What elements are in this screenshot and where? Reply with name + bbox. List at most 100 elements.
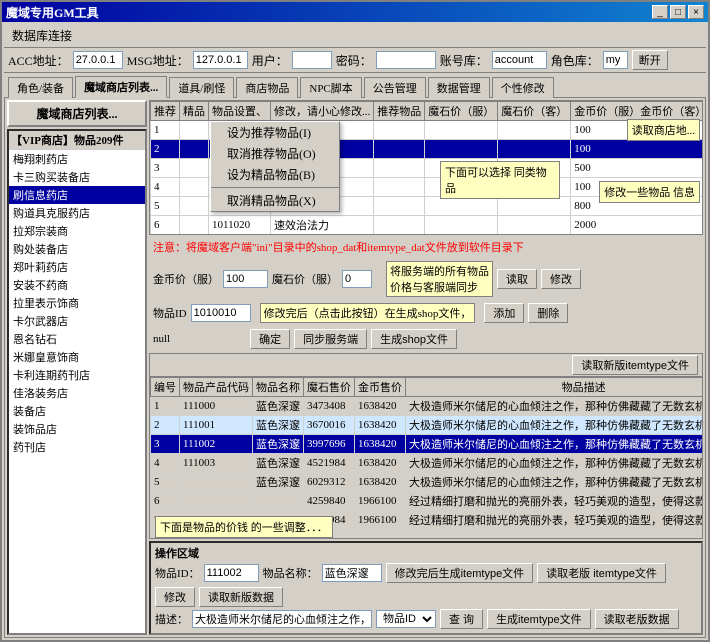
shop-item-16[interactable]: 药刊店	[9, 438, 145, 456]
read-itemtype-button[interactable]: 读取新版itemtype文件	[572, 355, 698, 375]
add-button[interactable]: 添加	[484, 303, 524, 323]
msg-input[interactable]	[193, 51, 248, 69]
context-cancel-recommend[interactable]: 取消推荐物品(O)	[211, 143, 339, 164]
ops-item-name-input[interactable]	[322, 564, 382, 582]
shop-item-5[interactable]: 购处装备店	[9, 240, 145, 258]
tab-shop-list[interactable]: 魔域商店列表...	[75, 76, 167, 98]
shop-item-7[interactable]: 安装不药商	[9, 276, 145, 294]
minimize-button[interactable]: _	[652, 5, 668, 19]
shop-item-6[interactable]: 郑叶莉药店	[9, 258, 145, 276]
title-bar: 魔域专用GM工具 _ □ ×	[2, 2, 708, 22]
generate-shop-button[interactable]: 生成shop文件	[371, 329, 457, 349]
cell-mc-s	[498, 121, 571, 140]
generate-itemtype-button[interactable]: 修改完后生成itemtype文件	[386, 563, 534, 583]
tooltip-sync-generate: 修改完后（点击此按钮）在生成shop文件，	[260, 303, 476, 323]
acc-input[interactable]	[73, 51, 123, 69]
cell-mc-c: 500	[571, 159, 702, 178]
gold-label: 金币价（服）	[153, 271, 219, 287]
menu-item-db[interactable]: 数据库连接	[8, 26, 76, 45]
confirm-button[interactable]: 确定	[250, 329, 290, 349]
tab-shop-item[interactable]: 商店物品	[236, 77, 298, 98]
ms-input[interactable]	[342, 270, 372, 288]
table-row[interactable]: 6 1011020 速效治法力 2000	[151, 216, 703, 235]
ops-area: 操作区域 物品ID： 物品名称： 修改完后生成itemtype文件 读取老版 i…	[149, 541, 703, 635]
cell-fine	[180, 178, 209, 197]
right-panel: 推荐 精品 物品设置、 修改，请小心修改... 推荐物品 魔石价（服） 魔石价（…	[149, 100, 703, 635]
ops-sort-select[interactable]: 物品ID ▼	[376, 610, 436, 628]
tab-role-equip[interactable]: 角色/装备	[8, 77, 73, 98]
shop-list-button[interactable]: 魔域商店列表...	[7, 100, 147, 127]
cell-fine	[180, 197, 209, 216]
role-input[interactable]	[603, 51, 628, 69]
read-new-button[interactable]: 读取新版数据	[199, 587, 283, 607]
main-window: 魔域专用GM工具 _ □ × 数据库连接 ACC地址： MSG地址： 用户： 密…	[0, 0, 710, 642]
bottom-table: 编号 物品产品代码 物品名称 魔石售价 金币售价 物品描述	[150, 377, 702, 530]
user-input[interactable]	[292, 51, 332, 69]
list-item[interactable]: 6 4259840 1966100 经过精细打磨和抛光的亮丽外表，轻巧美观的造型…	[151, 492, 703, 511]
shop-group-vip: 【VIP商店】物品209件	[9, 131, 145, 150]
list-item[interactable]: 4 111003 蓝色深邃 4521984 1638420 大极造师米尔储尼的心…	[151, 454, 703, 473]
close-button[interactable]: ×	[688, 5, 704, 19]
tab-announcement[interactable]: 公告管理	[364, 77, 426, 98]
modify-button[interactable]: 修改	[541, 269, 581, 289]
context-set-fine[interactable]: 设为精品物品(B)	[211, 164, 339, 185]
item-id-input[interactable]	[191, 304, 251, 322]
shop-listbox[interactable]: 【VIP商店】物品209件 梅翔刺药店 卡三购买装备店 刷信息药店 购道具克服药…	[7, 129, 147, 635]
context-set-recommend[interactable]: 设为推荐物品(I)	[211, 122, 339, 143]
ops-modify-button[interactable]: 修改	[155, 587, 195, 607]
pwd-input[interactable]	[376, 51, 436, 69]
col-fine: 精品	[180, 102, 209, 121]
list-item[interactable]: 2 111001 蓝色深邃 3670016 1638420 大极造师米尔储尼的心…	[151, 416, 703, 435]
ops-item-id-input[interactable]	[204, 564, 259, 582]
cell-ms-c	[425, 216, 498, 235]
null-label: null	[153, 333, 170, 345]
delete-button[interactable]: 删除	[528, 303, 568, 323]
ops-item-name-label: 物品名称：	[263, 565, 318, 581]
shop-item-13[interactable]: 佳洛装务店	[9, 384, 145, 402]
tab-personal[interactable]: 个性修改	[492, 77, 554, 98]
sync-button[interactable]: 同步服务端	[294, 329, 367, 349]
col-mc-c: 金币价（服）金币价（客）	[571, 102, 702, 121]
shop-item-1[interactable]: 卡三购买装备店	[9, 168, 145, 186]
shop-item-4[interactable]: 拉郑宗装商	[9, 222, 145, 240]
list-item[interactable]: 3 111002 蓝色深邃 3997696 1638420 大极造师米尔储尼的心…	[151, 435, 703, 454]
disconnect-button[interactable]: 断开	[632, 50, 668, 70]
gold-input[interactable]	[223, 270, 268, 288]
cell-mc-s	[498, 216, 571, 235]
shop-item-15[interactable]: 装饰品店	[9, 420, 145, 438]
tab-data-mgmt[interactable]: 数据管理	[428, 77, 490, 98]
ops-desc-input[interactable]	[192, 610, 372, 628]
ops-read-old2-button[interactable]: 读取老版数据	[595, 609, 679, 629]
db-input[interactable]	[492, 51, 547, 69]
list-item[interactable]: 5 蓝色深邃 6029312 1638420 大极造师米尔储尼的心血倾注之作，那…	[151, 473, 703, 492]
scrollable-table[interactable]: 编号 物品产品代码 物品名称 魔石售价 金币售价 物品描述	[150, 377, 702, 538]
cell-fine	[180, 121, 209, 140]
left-panel: 魔域商店列表... 【VIP商店】物品209件 梅翔刺药店 卡三购买装备店 刷信…	[7, 100, 147, 635]
bottom-table-area: 编号 物品产品代码 物品名称 魔石售价 金币售价 物品描述	[150, 377, 702, 538]
tab-npc-script[interactable]: NPC脚本	[300, 77, 361, 98]
list-item[interactable]: 1 111000 蓝色深邃 3473408 1638420 大极造师米尔储尼的心…	[151, 397, 703, 416]
ops-generate-itemtype2-button[interactable]: 生成itemtype文件	[487, 609, 591, 629]
read-old-itemtype-button[interactable]: 读取老版 itemtype文件	[537, 563, 666, 583]
ops-row-1: 物品ID： 物品名称： 修改完后生成itemtype文件 读取老版 itemty…	[155, 563, 697, 607]
cell-id: 1011020	[209, 216, 271, 235]
user-label: 用户：	[252, 52, 288, 69]
shop-item-0[interactable]: 梅翔刺药店	[9, 150, 145, 168]
cell-ms-s	[374, 197, 425, 216]
ops-query-button[interactable]: 查 询	[440, 609, 483, 629]
context-cancel-fine[interactable]: 取消精品物品(X)	[211, 190, 339, 211]
shop-item-8[interactable]: 拉里表示饰商	[9, 294, 145, 312]
shop-item-14[interactable]: 装备店	[9, 402, 145, 420]
shop-item-2[interactable]: 刷信息药店	[9, 186, 145, 204]
tooltip-read-shop: 读取商店地...	[627, 119, 700, 141]
shop-item-11[interactable]: 米娜皇意饰商	[9, 348, 145, 366]
cell-ms-c	[425, 121, 498, 140]
shop-item-10[interactable]: 恩名钻石	[9, 330, 145, 348]
cell-fine	[180, 159, 209, 178]
shop-item-9[interactable]: 卡尔武器店	[9, 312, 145, 330]
tab-item-spawn[interactable]: 道具/刷怪	[169, 77, 234, 98]
shop-item-12[interactable]: 卡利连期药刊店	[9, 366, 145, 384]
read-button[interactable]: 读取	[497, 269, 537, 289]
maximize-button[interactable]: □	[670, 5, 686, 19]
shop-item-3[interactable]: 购道具克服药店	[9, 204, 145, 222]
